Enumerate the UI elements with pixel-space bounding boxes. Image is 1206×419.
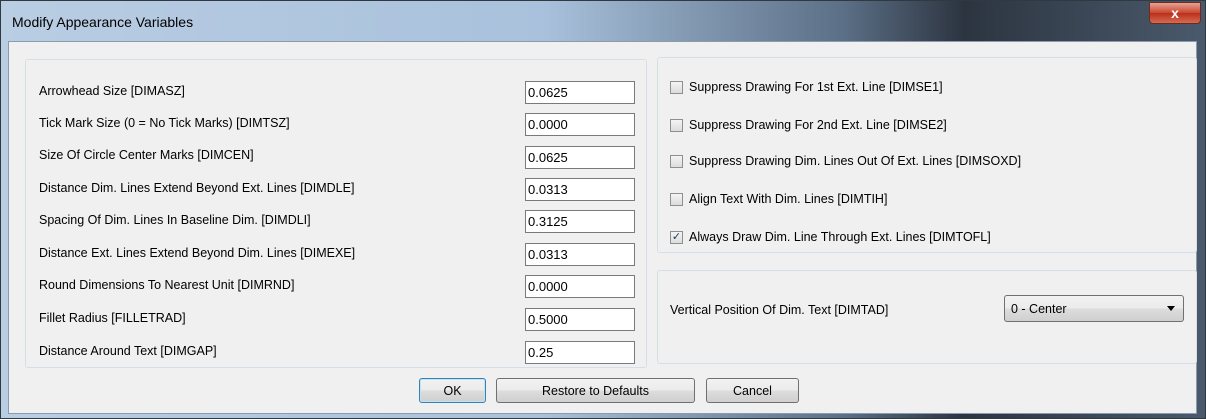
- restore-defaults-button[interactable]: Restore to Defaults: [496, 378, 695, 403]
- dimtofl-checkbox[interactable]: ✓: [670, 230, 683, 244]
- dimexe-label: Distance Ext. Lines Extend Beyond Dim. L…: [39, 246, 356, 260]
- dimasz-input[interactable]: [525, 81, 635, 104]
- dimse1-checkbox[interactable]: [670, 80, 683, 94]
- dimtih-label: Align Text With Dim. Lines [DIMTIH]: [689, 192, 888, 206]
- dimtsz-input[interactable]: [525, 113, 635, 136]
- dimtsz-label: Tick Mark Size (0 = No Tick Marks) [DIMT…: [39, 116, 290, 130]
- dimtofl-label: Always Draw Dim. Line Through Ext. Lines…: [689, 230, 991, 244]
- dimse2-label: Suppress Drawing For 2nd Ext. Line [DIMS…: [689, 118, 947, 132]
- dimse2-checkbox-row[interactable]: Suppress Drawing For 2nd Ext. Line [DIMS…: [670, 118, 947, 132]
- dimse2-checkbox[interactable]: [670, 118, 683, 132]
- dimrnd-input[interactable]: [525, 275, 635, 298]
- dimgap-input[interactable]: [525, 341, 635, 364]
- dimtih-checkbox-row[interactable]: Align Text With Dim. Lines [DIMTIH]: [670, 192, 887, 206]
- dimse1-label: Suppress Drawing For 1st Ext. Line [DIMS…: [689, 80, 943, 94]
- ok-button[interactable]: OK: [419, 378, 486, 403]
- check-mark-icon: ✓: [671, 230, 682, 243]
- dimse1-checkbox-row[interactable]: Suppress Drawing For 1st Ext. Line [DIMS…: [670, 80, 943, 94]
- dialog-window: Modify Appearance Variables x Arrowhead …: [0, 0, 1206, 419]
- dimtih-checkbox[interactable]: [670, 192, 683, 206]
- dimdli-input[interactable]: [525, 210, 635, 233]
- dimsoxd-checkbox[interactable]: [670, 154, 683, 168]
- dimcen-label: Size Of Circle Center Marks [DIMCEN]: [39, 148, 254, 162]
- chevron-down-icon: [1167, 306, 1175, 311]
- dimtad-select[interactable]: 0 - Center: [1004, 295, 1184, 322]
- dimcen-input[interactable]: [525, 146, 635, 169]
- dimtad-label: Vertical Position Of Dim. Text [DIMTAD]: [670, 303, 889, 317]
- cancel-button[interactable]: Cancel: [706, 378, 799, 403]
- dimsoxd-checkbox-row[interactable]: Suppress Drawing Dim. Lines Out Of Ext. …: [670, 154, 1021, 168]
- dimdle-input[interactable]: [525, 178, 635, 201]
- dimtad-selected-value: 0 - Center: [1011, 301, 1067, 316]
- title-bar[interactable]: Modify Appearance Variables x: [1, 1, 1206, 41]
- window-title: Modify Appearance Variables: [12, 14, 194, 30]
- close-icon: x: [1171, 5, 1179, 21]
- dimtofl-checkbox-row[interactable]: ✓ Always Draw Dim. Line Through Ext. Lin…: [670, 230, 991, 244]
- dimgap-label: Distance Around Text [DIMGAP]: [39, 344, 217, 358]
- dimdle-label: Distance Dim. Lines Extend Beyond Ext. L…: [39, 181, 355, 195]
- dimsoxd-label: Suppress Drawing Dim. Lines Out Of Ext. …: [689, 154, 1022, 168]
- dimexe-input[interactable]: [525, 243, 635, 266]
- dimrnd-label: Round Dimensions To Nearest Unit [DIMRND…: [39, 278, 295, 292]
- filletrad-input[interactable]: [525, 308, 635, 331]
- close-button[interactable]: x: [1149, 2, 1201, 24]
- dimasz-label: Arrowhead Size [DIMASZ]: [39, 84, 185, 98]
- dimdli-label: Spacing Of Dim. Lines In Baseline Dim. […: [39, 213, 311, 227]
- filletrad-label: Fillet Radius [FILLETRAD]: [39, 311, 186, 325]
